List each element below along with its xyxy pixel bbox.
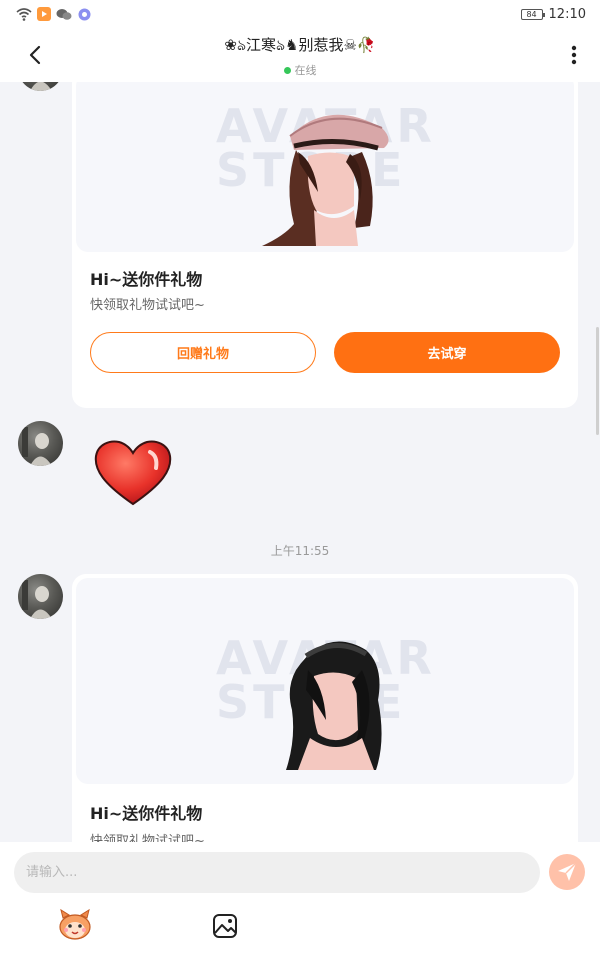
heart-sticker[interactable] [92,438,174,508]
gift-card: AVATAR STORE Hi~送你件礼物 快领取礼物试试吧~ [72,574,578,842]
chevron-left-icon [29,45,41,65]
try-on-button[interactable]: 去试穿 [334,332,560,373]
avatar[interactable] [18,82,63,91]
battery-icon: 84 [520,8,545,20]
gift-subtitle: 快领取礼物试试吧~ [90,298,205,313]
avatar[interactable] [18,421,63,466]
gift-subtitle: 快领取礼物试试吧~ [90,834,205,842]
more-button[interactable] [562,40,586,70]
scrollbar[interactable] [596,327,599,435]
video-app-icon [36,7,52,21]
black-hair-avatar-image [286,641,382,770]
wifi-icon [16,7,32,21]
app-notification-icon [76,7,92,21]
send-paper-plane-icon [558,862,577,881]
gift-image[interactable]: AVATAR STORE [76,578,574,784]
image-picker-button[interactable] [211,912,239,940]
gift-image[interactable]: AVATAR STORE [76,82,574,252]
online-dot [283,66,291,74]
gift-title: Hi~送你件礼物 [90,270,203,289]
clock: 12:10 [548,6,586,22]
chat-header: ❀ঌ江寒ঌ♞别惹我☠🥀 在线 [0,28,600,82]
more-vertical-icon [571,45,577,65]
chat-title: ❀ঌ江寒ঌ♞别惹我☠🥀 [224,36,376,54]
cat-emoji-icon [59,908,91,940]
gift-title: Hi~送你件礼物 [90,804,203,823]
return-gift-button[interactable]: 回赠礼物 [90,332,316,373]
online-status: 在线 [100,62,500,78]
message-timestamp: 上午11:55 [270,544,330,558]
emoji-button[interactable] [57,908,93,942]
input-area [0,842,600,960]
message-list[interactable]: AVATAR STORE Hi~送你件礼物 快领取礼物试试吧~ 回赠礼物 去试穿 [0,82,600,842]
online-status-label: 在线 [294,64,317,77]
image-picker-icon [213,914,237,938]
gift-card: AVATAR STORE Hi~送你件礼物 快领取礼物试试吧~ 回赠礼物 去试穿 [72,82,578,408]
brown-hair-avatar-image [262,114,389,246]
back-button[interactable] [20,40,50,70]
message-input[interactable] [14,852,540,893]
send-button[interactable] [549,854,585,890]
status-bar: 84 12:10 [0,0,600,28]
wechat-icon [56,7,72,21]
avatar[interactable] [18,574,63,619]
